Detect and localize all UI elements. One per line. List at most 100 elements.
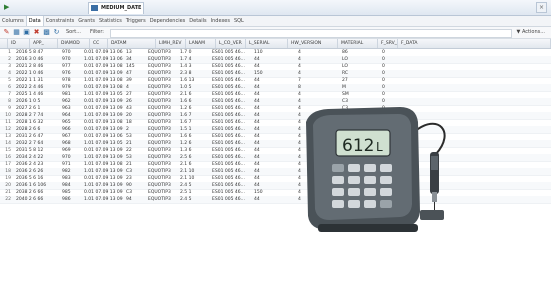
tab-data[interactable]: Data [25,16,44,26]
column-header[interactable]: L_SERIAL [246,39,288,48]
table-cell[interactable]: ES01 005 46... [210,182,252,189]
table-cell[interactable]: M [340,84,380,91]
table-cell[interactable]: 2016 3 0 46 [14,56,60,63]
table-cell[interactable]: 2034 2 4 22 [14,154,60,161]
table-cell[interactable]: 0 [380,56,410,63]
table-cell[interactable]: ES01 005 46... [210,126,252,133]
table-cell[interactable]: 966 [60,126,82,133]
table-cell[interactable]: 1.01 07.09 13 05 32 [82,140,124,147]
table-cell[interactable]: EQUOTIP3 [146,98,178,105]
table-cell[interactable]: 1.2 6 [178,105,210,112]
table-cell[interactable]: EQUOTIP3 [146,91,178,98]
table-cell[interactable]: 44 [252,56,296,63]
table-cell[interactable]: EQUOTIP3 [146,140,178,147]
table-cell[interactable]: EQUOTIP3 [146,112,178,119]
table-cell[interactable]: EQUOTIP3 [146,70,178,77]
table-cell[interactable]: ES01 005 46... [210,168,252,175]
table-cell[interactable]: EQUOTIP3 [146,196,178,203]
table-cell[interactable]: 4 [296,49,340,56]
tab-statistics[interactable]: Statistics [97,16,124,26]
insert-row-icon[interactable]: ▦ [13,29,20,36]
table-cell[interactable]: ES01 005 46... [210,98,252,105]
table-cell[interactable]: 2.4 5 [178,196,210,203]
refresh-icon[interactable]: ↻ [53,29,60,36]
table-cell[interactable]: 0.01 07.09 13 09 07 [82,105,124,112]
table-cell[interactable]: 971 [60,161,82,168]
table-cell[interactable]: 34 [124,56,146,63]
table-cell[interactable]: 2.1 6 [178,91,210,98]
table-cell[interactable]: 970 [60,49,82,56]
tab-indexes[interactable]: Indexes [209,16,232,26]
table-cell[interactable]: 1.2 6 [178,140,210,147]
table-cell[interactable]: 1.01 07.09 13 09 25 [82,196,124,203]
table-cell[interactable]: ES01 005 46... [210,119,252,126]
table-cell[interactable]: 0.01 07.09 13 08 02 [82,63,124,70]
table-cell[interactable]: 4 [296,63,340,70]
table-cell[interactable]: 0 [380,49,410,56]
table-cell[interactable]: ES01 005 46... [210,189,252,196]
table-cell[interactable]: ES01 005 46... [210,84,252,91]
table-cell[interactable]: 53 [124,154,146,161]
table-cell[interactable]: 965 [60,119,82,126]
tab-columns[interactable]: Columns [0,16,26,26]
table-cell[interactable]: ES01 005 46... [210,147,252,154]
table-cell[interactable]: 0 [380,63,410,70]
table-cell[interactable]: 2022 2 4 46 [14,84,60,91]
table-cell[interactable]: 2036 1 6 106 [14,182,60,189]
column-header[interactable]: APP_ [30,39,58,48]
tab-sql[interactable]: SQL [232,16,246,26]
column-header[interactable]: ID [8,39,30,48]
copy-icon[interactable]: ▣ [23,29,30,36]
table-cell[interactable]: ES01 005 46... [210,105,252,112]
table-cell[interactable]: EQUOTIP3 [146,126,178,133]
table-cell[interactable]: ES01 005 46... [210,49,252,56]
table-cell[interactable]: 1.01 07.09 13 08 23 [82,161,124,168]
table-cell[interactable]: 20 [124,112,146,119]
table-cell[interactable]: 21 [124,140,146,147]
table-cell[interactable]: 1.7 0 [178,49,210,56]
table-cell[interactable]: 2016 5 8 47 [14,49,60,56]
table-cell[interactable]: 13 [124,49,146,56]
table-cell[interactable]: 18 [124,119,146,126]
table-cell[interactable]: 44 [252,63,296,70]
table-cell[interactable]: 23 [124,175,146,182]
table-cell[interactable]: 39 [124,77,146,84]
table-cell[interactable]: 27 [124,91,146,98]
table-cell[interactable]: 0.01 07.09 13 09 23 [82,147,124,154]
table-cell[interactable]: 1.0 5 [178,84,210,91]
table-cell[interactable]: ES01 005 46... [210,196,252,203]
run-icon[interactable]: ▶ [4,3,13,11]
table-cell[interactable]: 981 [60,91,82,98]
table-cell[interactable]: 0.01 07.09 13 06 58 [82,49,124,56]
table-cell[interactable]: 2.4 5 [178,182,210,189]
table-cell[interactable]: 964 [60,112,82,119]
actions-dropdown[interactable]: ▼ Actions... [517,29,545,36]
column-header[interactable]: CC [90,39,108,48]
table-cell[interactable]: 1.01 07.09 13 06 58 [82,56,124,63]
table-cell[interactable]: 963 [60,105,82,112]
table-cell[interactable]: 22 [124,147,146,154]
table-cell[interactable]: 976 [60,70,82,77]
table-cell[interactable]: 2036 2 6 26 [14,168,60,175]
table-cell[interactable]: ES01 005 46... [210,133,252,140]
column-header[interactable]: DIAMOD [58,39,90,48]
table-cell[interactable]: 2027 2 6 1 [14,105,60,112]
sort-button[interactable]: Sort... [66,29,81,36]
table-cell[interactable]: 982 [60,168,82,175]
table-cell[interactable]: EQUOTIP3 [146,119,178,126]
table-cell[interactable]: EQUOTIP3 [146,84,178,91]
table-cell[interactable]: 2.5 1 [178,189,210,196]
table-cell[interactable]: C3 [124,189,146,196]
document-tab[interactable]: MEDIUM_DATE × [88,2,144,14]
filter-input[interactable] [110,29,512,38]
table-cell[interactable]: 0 [380,70,410,77]
table-cell[interactable]: ES01 005 46... [210,91,252,98]
table-cell[interactable]: 0.01 07.09 13 09 07 [82,175,124,182]
table-cell[interactable]: ES01 005 46... [210,161,252,168]
table-cell[interactable]: 47 [124,70,146,77]
table-cell[interactable]: 0.01 07.09 13 09 25 [82,126,124,133]
table-cell[interactable]: EQUOTIP3 [146,63,178,70]
delete-icon[interactable]: ✖ [33,29,40,36]
table-cell[interactable]: 1.01 07.09 13 05 08 [82,91,124,98]
tab-dependencies[interactable]: Dependencies [148,16,188,26]
